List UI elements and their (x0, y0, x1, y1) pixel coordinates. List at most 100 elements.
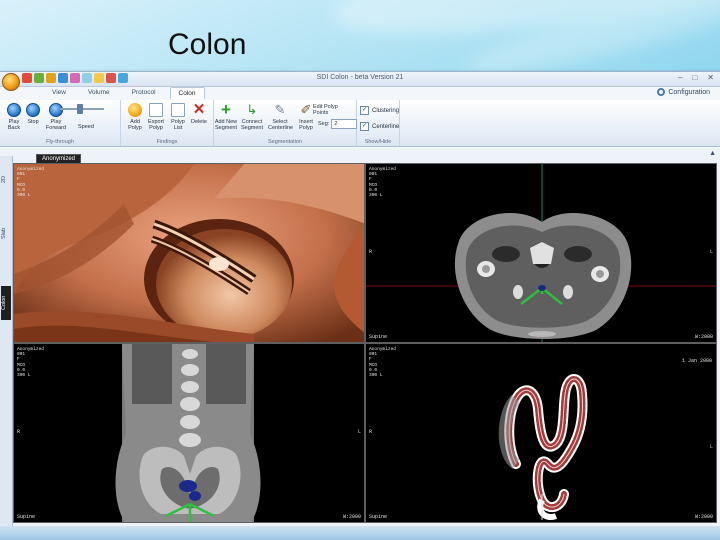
polyp-list-icon (171, 103, 185, 117)
viewport-tab-anonymized[interactable]: Anonymized (36, 154, 82, 163)
configuration-button[interactable]: Configuration (657, 88, 710, 96)
viewport-grid: Anonymized 001 F MCO 0.0 300 L Anonymize… (13, 163, 717, 523)
window-controls: – □ ✕ (678, 73, 714, 82)
window-title: SDI Colon - beta Version 21 (316, 74, 404, 81)
side-tabs: 2D Slab Colon (0, 156, 13, 527)
speed-slider[interactable] (60, 104, 104, 114)
title-bar: SDI Colon - beta Version 21 – □ ✕ (0, 72, 720, 87)
viewport-info: Anonymized 001 F MCO 0.0 300 L (17, 347, 45, 379)
study-date: 1 Jan 2000 (681, 358, 712, 364)
window-level: W:2000 (694, 334, 713, 340)
insert-polyp-label: Insert Polyp (299, 119, 313, 131)
orientation-marker-right: R (17, 429, 21, 435)
close-button[interactable]: ✕ (707, 73, 714, 82)
slide-title: Colon (168, 28, 247, 61)
side-tab-slab[interactable]: Slab (1, 216, 11, 250)
select-centerline-button[interactable]: ✎ Select Centerline (268, 102, 294, 132)
viewport-info: Anonymized 001 F MCO 0.0 300 L (17, 167, 45, 199)
export-polyp-button[interactable]: Export Polyp (144, 103, 168, 131)
patient-position: Supine (369, 514, 388, 520)
colon-map-viewport[interactable]: Anonymized 001 F MCO 0.0 300 L 1 Jan 200… (365, 343, 717, 523)
stop-label: Stop (27, 119, 39, 125)
clustering-label: Clustering (372, 107, 400, 114)
add-segment-icon: + (221, 100, 231, 119)
axial-viewport[interactable]: Anonymized 001 F MCO 0.0 300 L R L Supin… (365, 163, 717, 343)
stop-button[interactable]: Stop (21, 103, 45, 125)
window-level: W:2000 (694, 514, 713, 520)
add-segment-label: Add New Segment (214, 119, 238, 131)
side-tab-2d[interactable]: 2D (1, 164, 11, 194)
select-centerline-icon: ✎ (274, 102, 286, 117)
checkbox-icon: ✓ (360, 106, 369, 115)
add-new-segment-button[interactable]: + Add New Segment (214, 100, 238, 131)
workspace: Anonymized ▲ 2D Slab Colon Anonymized 00… (0, 148, 720, 527)
viewport-info: Anonymized 001 F MCO 0.0 300 L (369, 347, 397, 379)
delete-button[interactable]: ✕ Delete (187, 101, 211, 125)
connect-segment-label: Connect Segment (240, 119, 263, 131)
ribbon: Play Back Stop Play Forward Speed Fly-th… (0, 100, 720, 147)
orientation-marker-left: L (709, 249, 713, 255)
tab-view[interactable]: View (44, 87, 74, 99)
group-show-hide: ✓ Clustering ✓ Centerline Show/Hide (357, 100, 400, 146)
play-back-label: Play Back (7, 119, 21, 131)
orientation-marker-right: R (369, 249, 373, 255)
tab-protocol[interactable]: Protocol (124, 87, 164, 99)
slide-footer-band (0, 526, 720, 540)
ribbon-tabs: View Volume Protocol Colon (44, 87, 205, 99)
export-polyp-icon (149, 103, 163, 117)
stop-icon (26, 103, 40, 117)
application-menu-orb[interactable] (2, 73, 20, 91)
colon-endoscopy-image (14, 164, 364, 342)
orientation-marker-right: R (369, 429, 373, 435)
chevron-up-icon[interactable]: ▲ (709, 150, 716, 157)
endoscopic-viewport[interactable]: Anonymized 001 F MCO 0.0 300 L (13, 163, 365, 343)
window-level: W:2000 (342, 514, 361, 520)
delete-icon: ✕ (192, 101, 206, 118)
group-segmentation: + Add New Segment ↳ Connect Segment ✎ Se… (214, 100, 358, 146)
orientation-marker-left: L (357, 429, 361, 435)
group-label: Segmentation (268, 139, 302, 145)
speed-label: Speed (78, 124, 94, 130)
patient-position: Supine (369, 334, 388, 340)
tab-colon[interactable]: Colon (169, 87, 205, 99)
export-polyp-label: Export Polyp (148, 119, 164, 131)
add-polyp-label: Add Polyp (128, 119, 142, 131)
patient-position: Supine (17, 514, 36, 520)
tab-volume[interactable]: Volume (80, 87, 118, 99)
play-forward-label: Play Forward (45, 119, 67, 131)
axial-ct-image (366, 164, 716, 342)
group-label: Findings (156, 139, 178, 145)
viewport-info: Anonymized 001 F MCO 0.0 300 L (369, 167, 397, 199)
connect-segment-icon: ↳ (246, 102, 258, 117)
delete-label: Delete (191, 119, 207, 125)
segment-label: Seg: (318, 121, 330, 127)
centerline-checkbox[interactable]: ✓ Centerline (360, 122, 399, 131)
coronal-ct-image (115, 344, 261, 522)
insert-polyp-icon: ✐ (300, 102, 312, 117)
centerline-label: Centerline (372, 123, 400, 130)
clustering-checkbox[interactable]: ✓ Clustering (360, 106, 399, 115)
group-findings: Add Polyp Export Polyp Polyp List ✕ Dele… (121, 100, 214, 146)
checkbox-icon: ✓ (360, 122, 369, 131)
select-centerline-label: Select Centerline (268, 119, 294, 131)
connect-segment-button[interactable]: ↳ Connect Segment (240, 102, 264, 132)
polyp-list-label: Polyp List (171, 119, 185, 131)
add-polyp-icon (128, 103, 142, 117)
maximize-button[interactable]: □ (692, 73, 697, 82)
minimize-button[interactable]: – (678, 73, 682, 82)
gear-icon (657, 88, 666, 96)
segment-dropdown[interactable]: 2 (331, 119, 358, 129)
play-back-icon (7, 103, 21, 117)
play-forward-icon (49, 103, 63, 117)
colon-3d-map-image (498, 374, 588, 520)
speed-slider-knob[interactable] (77, 104, 84, 114)
orientation-marker-left: L (709, 444, 713, 450)
segment-selector[interactable]: Seg: 2 (318, 119, 358, 129)
side-tab-colon[interactable]: Colon (1, 286, 11, 320)
coronal-viewport[interactable]: Anonymized 001 F MCO 0.0 300 L R L Supin… (13, 343, 365, 523)
app-window: SDI Colon - beta Version 21 – □ ✕ View V… (0, 71, 720, 527)
edit-polyp-points-button[interactable]: Edit Polyp Points (313, 104, 338, 116)
group-fly-through: Play Back Stop Play Forward Speed Fly-th… (0, 100, 121, 146)
configuration-label: Configuration (668, 88, 710, 96)
group-label: Fly-through (46, 139, 74, 145)
